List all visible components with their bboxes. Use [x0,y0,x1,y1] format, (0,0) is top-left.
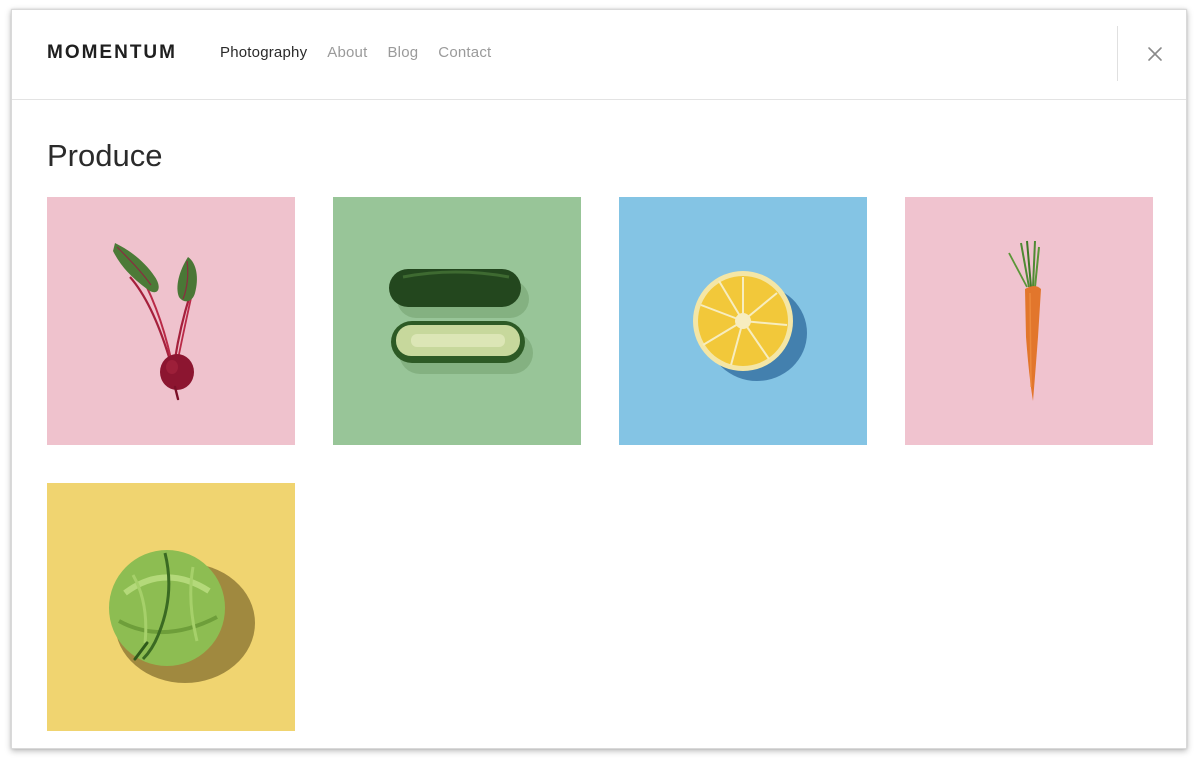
close-icon [1148,47,1162,61]
page-title: Produce [47,138,163,173]
beet-icon [47,197,295,445]
gallery-tile-lemon[interactable] [619,197,867,445]
gallery-tile-carrot[interactable] [905,197,1153,445]
site-header: MOMENTUM Photography About Blog Contact [12,10,1186,100]
site-logo[interactable]: MOMENTUM [47,41,177,65]
carrot-icon [905,197,1153,445]
main-nav: Photography About Blog Contact [220,43,511,63]
tile-background [47,197,295,445]
gallery-tile-cabbage[interactable] [47,483,295,731]
cucumber-icon [333,197,581,445]
nav-item-photography[interactable]: Photography [220,43,307,63]
cabbage-icon [47,483,295,731]
nav-item-blog[interactable]: Blog [387,43,418,63]
site-window: MOMENTUM Photography About Blog Contact … [11,9,1187,749]
gallery-tile-beet[interactable] [47,197,295,445]
nav-item-contact[interactable]: Contact [438,43,491,63]
gallery-tile-cucumber[interactable] [333,197,581,445]
header-divider [1117,26,1118,81]
close-button[interactable] [1136,35,1174,73]
nav-item-about[interactable]: About [327,43,367,63]
lemon-icon [619,197,867,445]
